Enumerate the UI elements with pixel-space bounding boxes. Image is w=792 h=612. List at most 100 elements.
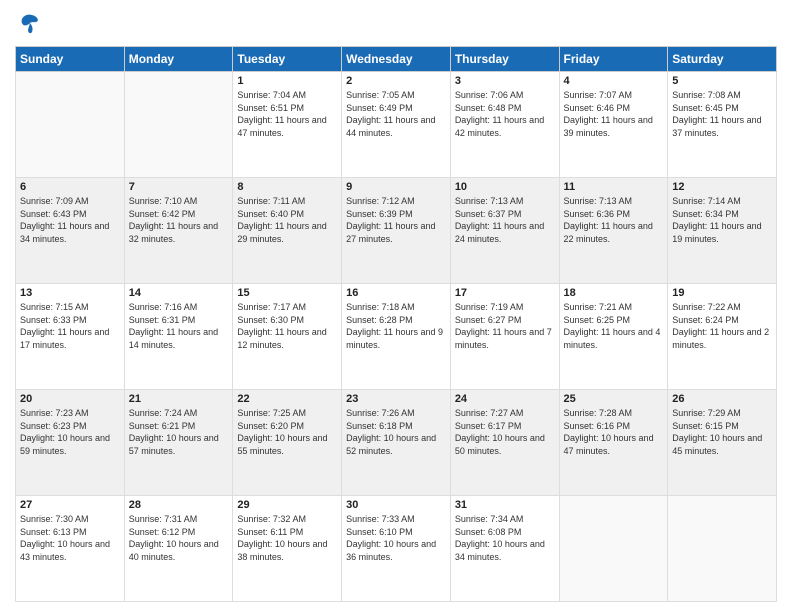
day-number: 8 — [237, 181, 337, 193]
header — [15, 10, 777, 38]
day-info: Sunrise: 7:30 AM Sunset: 6:13 PM Dayligh… — [20, 513, 120, 563]
day-info: Sunrise: 7:17 AM Sunset: 6:30 PM Dayligh… — [237, 301, 337, 351]
day-header-sunday: Sunday — [16, 47, 125, 72]
day-info: Sunrise: 7:28 AM Sunset: 6:16 PM Dayligh… — [564, 407, 664, 457]
calendar-week-row: 27 Sunrise: 7:30 AM Sunset: 6:13 PM Dayli… — [16, 496, 777, 602]
calendar-cell: 11 Sunrise: 7:13 AM Sunset: 6:36 PM Dayli… — [559, 178, 668, 284]
calendar-cell: 8 Sunrise: 7:11 AM Sunset: 6:40 PM Daylig… — [233, 178, 342, 284]
calendar-cell: 16 Sunrise: 7:18 AM Sunset: 6:28 PM Dayli… — [342, 284, 451, 390]
day-info: Sunrise: 7:24 AM Sunset: 6:21 PM Dayligh… — [129, 407, 229, 457]
calendar-cell: 29 Sunrise: 7:32 AM Sunset: 6:11 PM Dayli… — [233, 496, 342, 602]
calendar-cell: 26 Sunrise: 7:29 AM Sunset: 6:15 PM Dayli… — [668, 390, 777, 496]
calendar-cell: 17 Sunrise: 7:19 AM Sunset: 6:27 PM Dayli… — [450, 284, 559, 390]
day-info: Sunrise: 7:29 AM Sunset: 6:15 PM Dayligh… — [672, 407, 772, 457]
day-number: 9 — [346, 181, 446, 193]
calendar-cell: 24 Sunrise: 7:27 AM Sunset: 6:17 PM Dayli… — [450, 390, 559, 496]
day-info: Sunrise: 7:18 AM Sunset: 6:28 PM Dayligh… — [346, 301, 446, 351]
day-number: 10 — [455, 181, 555, 193]
logo-bird-icon — [15, 10, 43, 38]
day-number: 30 — [346, 499, 446, 511]
day-info: Sunrise: 7:13 AM Sunset: 6:36 PM Dayligh… — [564, 195, 664, 245]
calendar-cell — [124, 72, 233, 178]
day-number: 15 — [237, 287, 337, 299]
day-number: 17 — [455, 287, 555, 299]
calendar-cell: 31 Sunrise: 7:34 AM Sunset: 6:08 PM Dayli… — [450, 496, 559, 602]
calendar-week-row: 6Sunrise: 7:09 AM Sunset: 6:43 PM Daylig… — [16, 178, 777, 284]
day-info: Sunrise: 7:26 AM Sunset: 6:18 PM Dayligh… — [346, 407, 446, 457]
day-info: Sunrise: 7:05 AM Sunset: 6:49 PM Dayligh… — [346, 89, 446, 139]
calendar-cell: 30 Sunrise: 7:33 AM Sunset: 6:10 PM Dayli… — [342, 496, 451, 602]
calendar-cell: 18Sunrise: 7:21 AM Sunset: 6:25 PM Dayli… — [559, 284, 668, 390]
day-info: Sunrise: 7:08 AM Sunset: 6:45 PM Dayligh… — [672, 89, 772, 139]
calendar-cell: 25 Sunrise: 7:28 AM Sunset: 6:16 PM Dayli… — [559, 390, 668, 496]
calendar-week-row: 13Sunrise: 7:15 AM Sunset: 6:33 PM Dayli… — [16, 284, 777, 390]
logo — [15, 10, 45, 38]
day-info: Sunrise: 7:04 AM Sunset: 6:51 PM Dayligh… — [237, 89, 337, 139]
calendar-cell: 10 Sunrise: 7:13 AM Sunset: 6:37 PM Dayli… — [450, 178, 559, 284]
day-number: 29 — [237, 499, 337, 511]
day-header-thursday: Thursday — [450, 47, 559, 72]
day-info: Sunrise: 7:07 AM Sunset: 6:46 PM Dayligh… — [564, 89, 664, 139]
day-number: 21 — [129, 393, 229, 405]
calendar-cell: 6Sunrise: 7:09 AM Sunset: 6:43 PM Daylig… — [16, 178, 125, 284]
day-number: 14 — [129, 287, 229, 299]
calendar-cell: 20Sunrise: 7:23 AM Sunset: 6:23 PM Dayli… — [16, 390, 125, 496]
day-info: Sunrise: 7:19 AM Sunset: 6:27 PM Dayligh… — [455, 301, 555, 351]
day-info: Sunrise: 7:22 AM Sunset: 6:24 PM Dayligh… — [672, 301, 772, 351]
day-info: Sunrise: 7:32 AM Sunset: 6:11 PM Dayligh… — [237, 513, 337, 563]
day-number: 23 — [346, 393, 446, 405]
day-number: 22 — [237, 393, 337, 405]
calendar-cell: 4 Sunrise: 7:07 AM Sunset: 6:46 PM Daylig… — [559, 72, 668, 178]
calendar-table: SundayMondayTuesdayWednesdayThursdayFrid… — [15, 46, 777, 602]
day-info: Sunrise: 7:23 AM Sunset: 6:23 PM Dayligh… — [20, 407, 120, 457]
day-header-tuesday: Tuesday — [233, 47, 342, 72]
day-info: Sunrise: 7:06 AM Sunset: 6:48 PM Dayligh… — [455, 89, 555, 139]
calendar-cell: 14 Sunrise: 7:16 AM Sunset: 6:31 PM Dayli… — [124, 284, 233, 390]
day-number: 24 — [455, 393, 555, 405]
calendar-page: SundayMondayTuesdayWednesdayThursdayFrid… — [0, 0, 792, 612]
day-number: 27 — [20, 499, 120, 511]
calendar-cell: 23 Sunrise: 7:26 AM Sunset: 6:18 PM Dayli… — [342, 390, 451, 496]
calendar-cell: 27 Sunrise: 7:30 AM Sunset: 6:13 PM Dayli… — [16, 496, 125, 602]
day-info: Sunrise: 7:33 AM Sunset: 6:10 PM Dayligh… — [346, 513, 446, 563]
calendar-cell — [559, 496, 668, 602]
day-number: 4 — [564, 75, 664, 87]
calendar-cell: 2Sunrise: 7:05 AM Sunset: 6:49 PM Daylig… — [342, 72, 451, 178]
day-number: 25 — [564, 393, 664, 405]
day-info: Sunrise: 7:14 AM Sunset: 6:34 PM Dayligh… — [672, 195, 772, 245]
day-number: 1 — [237, 75, 337, 87]
day-info: Sunrise: 7:13 AM Sunset: 6:37 PM Dayligh… — [455, 195, 555, 245]
calendar-cell — [16, 72, 125, 178]
day-info: Sunrise: 7:16 AM Sunset: 6:31 PM Dayligh… — [129, 301, 229, 351]
day-info: Sunrise: 7:15 AM Sunset: 6:33 PM Dayligh… — [20, 301, 120, 351]
day-number: 28 — [129, 499, 229, 511]
day-header-friday: Friday — [559, 47, 668, 72]
calendar-cell — [668, 496, 777, 602]
day-info: Sunrise: 7:27 AM Sunset: 6:17 PM Dayligh… — [455, 407, 555, 457]
calendar-cell: 21 Sunrise: 7:24 AM Sunset: 6:21 PM Dayli… — [124, 390, 233, 496]
calendar-week-row: 20Sunrise: 7:23 AM Sunset: 6:23 PM Dayli… — [16, 390, 777, 496]
day-info: Sunrise: 7:34 AM Sunset: 6:08 PM Dayligh… — [455, 513, 555, 563]
calendar-cell: 9Sunrise: 7:12 AM Sunset: 6:39 PM Daylig… — [342, 178, 451, 284]
calendar-cell: 28Sunrise: 7:31 AM Sunset: 6:12 PM Dayli… — [124, 496, 233, 602]
calendar-cell: 15 Sunrise: 7:17 AM Sunset: 6:30 PM Dayli… — [233, 284, 342, 390]
day-header-monday: Monday — [124, 47, 233, 72]
day-number: 19 — [672, 287, 772, 299]
day-number: 31 — [455, 499, 555, 511]
calendar-cell: 1 Sunrise: 7:04 AM Sunset: 6:51 PM Daylig… — [233, 72, 342, 178]
day-number: 5 — [672, 75, 772, 87]
calendar-cell: 22Sunrise: 7:25 AM Sunset: 6:20 PM Dayli… — [233, 390, 342, 496]
calendar-cell: 3 Sunrise: 7:06 AM Sunset: 6:48 PM Daylig… — [450, 72, 559, 178]
day-info: Sunrise: 7:11 AM Sunset: 6:40 PM Dayligh… — [237, 195, 337, 245]
day-header-saturday: Saturday — [668, 47, 777, 72]
day-number: 12 — [672, 181, 772, 193]
day-number: 26 — [672, 393, 772, 405]
calendar-header-row: SundayMondayTuesdayWednesdayThursdayFrid… — [16, 47, 777, 72]
day-number: 18 — [564, 287, 664, 299]
calendar-cell: 7Sunrise: 7:10 AM Sunset: 6:42 PM Daylig… — [124, 178, 233, 284]
day-header-wednesday: Wednesday — [342, 47, 451, 72]
day-number: 11 — [564, 181, 664, 193]
day-number: 16 — [346, 287, 446, 299]
day-number: 3 — [455, 75, 555, 87]
day-number: 7 — [129, 181, 229, 193]
